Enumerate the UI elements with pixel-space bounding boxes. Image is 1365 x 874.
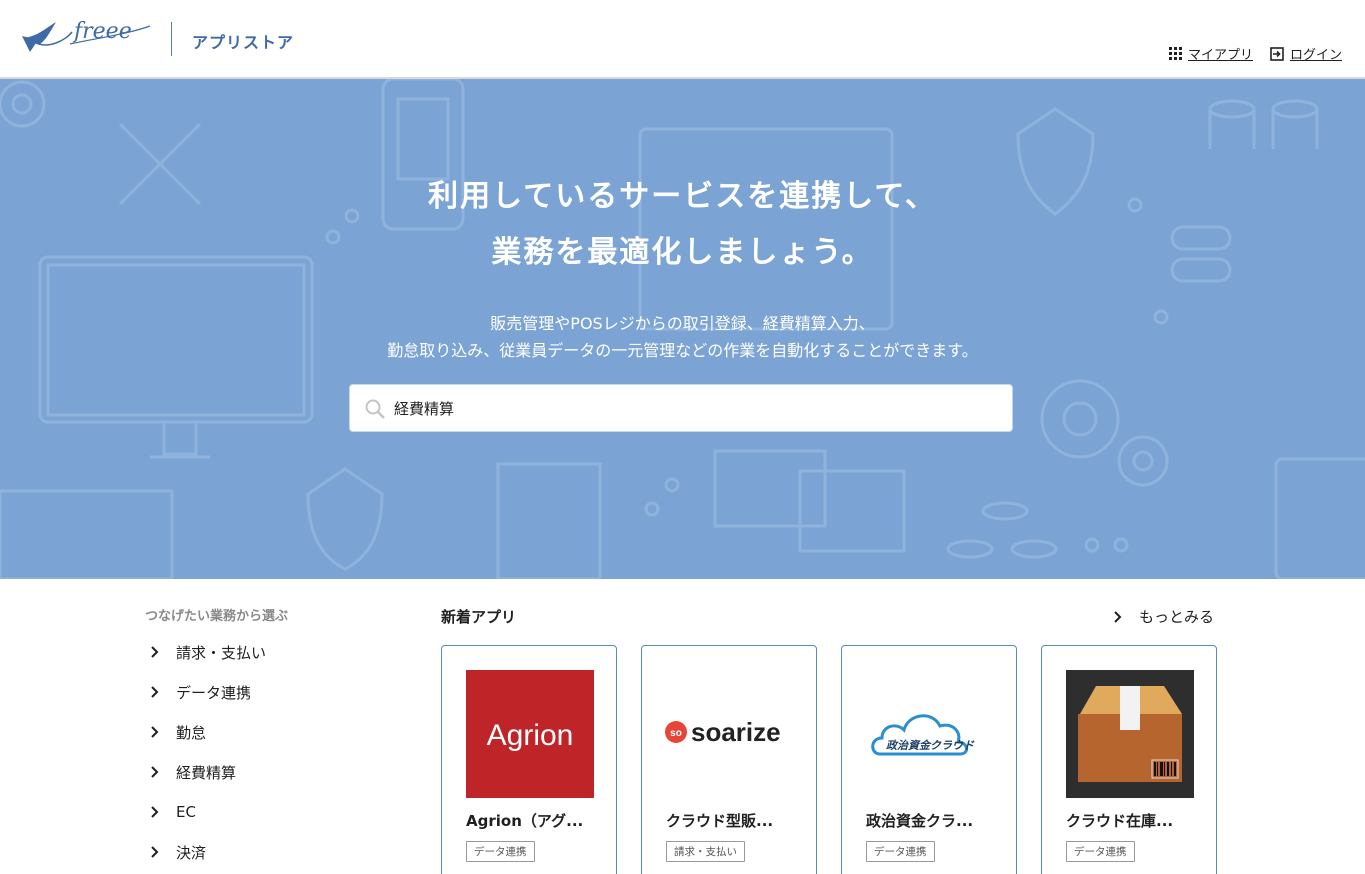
soarize-logo-text: soarize [691, 717, 781, 747]
category-tag: データ連携 [466, 841, 535, 862]
sidebar-item-label: 決済 [176, 843, 207, 862]
freee-wordmark: freee [72, 19, 132, 44]
new-apps-title: 新着アプリ [441, 608, 517, 626]
freee-logo[interactable]: freee [18, 14, 158, 64]
app-name: Agrion（アグ... [466, 812, 584, 830]
see-more-label: もっとみる [1139, 608, 1215, 626]
sidebar-item-data-integration[interactable]: データ連携 [148, 679, 251, 705]
app-card[interactable]: Agrion Agrion（アグ... データ連携 [441, 645, 617, 874]
login-icon [1270, 46, 1284, 61]
box-logo [1066, 670, 1194, 798]
hero-title-line2: 業務を最適化しましょう。 [491, 235, 874, 270]
app-name: クラウド在庫... [1066, 812, 1174, 830]
soarize-icon-text: so [670, 728, 682, 739]
see-more-link[interactable]: もっとみる [1111, 606, 1214, 627]
app-name: 政治資金クラ... [866, 812, 974, 830]
header-divider [171, 22, 172, 56]
hero-description-line2: 勤怠取り込み、従業員データの一元管理などの作業を自動化することができます。 [387, 341, 978, 360]
category-tag: 請求・支払い [666, 841, 745, 862]
login-link[interactable]: ログイン [1270, 44, 1342, 63]
cloud-logo: 政治資金クラウド [866, 670, 994, 798]
sidebar-item-attendance[interactable]: 勤怠 [148, 719, 206, 745]
search-box[interactable] [349, 384, 1013, 432]
chevron-right-icon [151, 686, 159, 698]
chevron-right-icon [151, 766, 159, 778]
agrion-logo: Agrion [466, 670, 594, 798]
search-icon [365, 399, 385, 419]
app-store-title[interactable]: アプリストア [192, 29, 294, 53]
category-tag: データ連携 [1066, 841, 1135, 862]
sidebar-item-billing[interactable]: 請求・支払い [148, 639, 266, 665]
my-apps-label: マイアプリ [1188, 48, 1254, 63]
soarize-logo: so soarize [664, 670, 799, 798]
chevron-right-icon [1114, 610, 1122, 623]
chevron-right-icon [151, 806, 159, 818]
header: freee アプリストア マイアプリ ログイン [0, 0, 1365, 79]
sidebar-item-label: 請求・支払い [176, 643, 267, 662]
chevron-right-icon [151, 646, 159, 658]
agrion-logo-text: Agrion [487, 719, 574, 752]
hero-banner: 利用しているサービスを連携して、 業務を最適化しましょう。 販売管理やPOSレジ… [0, 79, 1365, 579]
sidebar-item-label: データ連携 [176, 683, 252, 702]
app-card[interactable]: クラウド在庫... データ連携 [1041, 645, 1217, 874]
app-name: クラウド型販... [666, 812, 774, 830]
sidebar-item-ec[interactable]: EC [148, 799, 196, 825]
sidebar-item-payment[interactable]: 決済 [148, 839, 206, 865]
hero-description-line1: 販売管理やPOSレジからの取引登録、経費精算入力、 [490, 314, 875, 333]
sidebar-item-label: 経費精算 [176, 763, 237, 782]
sidebar-item-expense[interactable]: 経費精算 [148, 759, 236, 785]
hero-title-line1: 利用しているサービスを連携して、 [428, 179, 937, 214]
app-card[interactable]: so soarize クラウド型販... 請求・支払い [641, 645, 817, 874]
app-card[interactable]: 政治資金クラウド 政治資金クラ... データ連携 [841, 645, 1017, 874]
chevron-right-icon [151, 726, 159, 738]
category-tag: データ連携 [866, 841, 935, 862]
grid-icon [1169, 47, 1182, 60]
cloud-logo-text: 政治資金クラウド [886, 739, 975, 752]
sidebar-heading: つなげたい業務から選ぶ [145, 609, 289, 624]
chevron-right-icon [151, 846, 159, 858]
my-apps-link[interactable]: マイアプリ [1169, 44, 1253, 63]
sidebar-item-label: EC [176, 803, 196, 821]
login-label: ログイン [1290, 48, 1343, 63]
sidebar-item-label: 勤怠 [176, 723, 207, 742]
search-input[interactable] [394, 385, 994, 431]
